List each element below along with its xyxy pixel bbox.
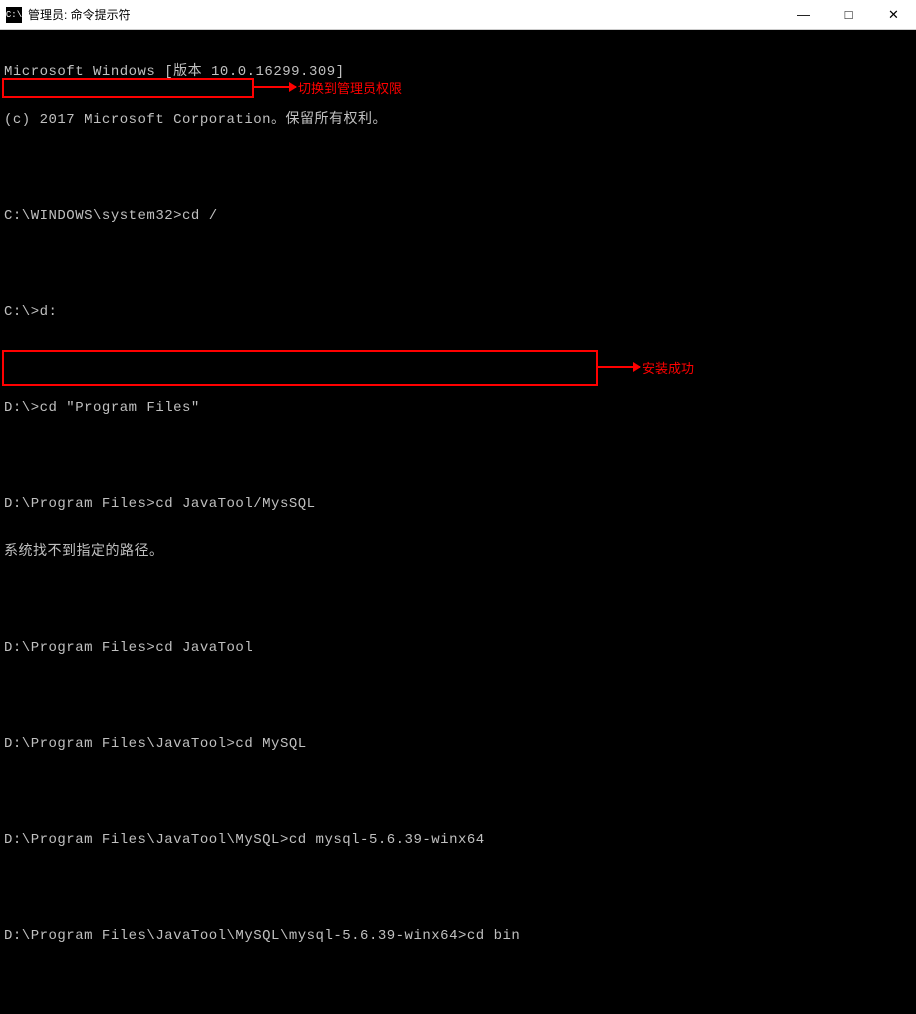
terminal-line — [4, 352, 912, 368]
terminal-line: D:\Program Files\JavaTool\MySQL\mysql-5.… — [4, 928, 912, 944]
terminal-line: Microsoft Windows [版本 10.0.16299.309] — [4, 64, 912, 80]
window-controls: — □ ✕ — [781, 0, 916, 29]
terminal-line: D:\Program Files\JavaTool\MySQL>cd mysql… — [4, 832, 912, 848]
terminal-line — [4, 256, 912, 272]
window-titlebar: C:\ 管理员: 命令提示符 — □ ✕ — [0, 0, 916, 30]
terminal-line: D:\Program Files\JavaTool>cd MySQL — [4, 736, 912, 752]
annotation-arrow-icon — [254, 86, 296, 88]
terminal-line: D:\Program Files>cd JavaTool/MysSQL — [4, 496, 912, 512]
annotation-text: 安装成功 — [642, 358, 694, 377]
terminal-line — [4, 976, 912, 992]
terminal-line — [4, 448, 912, 464]
maximize-button[interactable]: □ — [826, 0, 871, 29]
cmd-icon: C:\ — [6, 7, 22, 23]
annotation-text: 切换到管理员权限 — [298, 78, 402, 97]
terminal-line — [4, 784, 912, 800]
terminal-line — [4, 592, 912, 608]
close-button[interactable]: ✕ — [871, 0, 916, 29]
terminal-line: C:\WINDOWS\system32>cd / — [4, 208, 912, 224]
terminal-line: (c) 2017 Microsoft Corporation。保留所有权利。 — [4, 112, 912, 128]
annotation-arrow-icon — [598, 366, 640, 368]
terminal-line: 系统找不到指定的路径。 — [4, 544, 912, 560]
window-title: 管理员: 命令提示符 — [28, 6, 781, 23]
terminal-line: C:\>d: — [4, 304, 912, 320]
minimize-button[interactable]: — — [781, 0, 826, 29]
terminal-output[interactable]: Microsoft Windows [版本 10.0.16299.309] (c… — [0, 30, 916, 1014]
terminal-line — [4, 880, 912, 896]
terminal-line: D:\Program Files>cd JavaTool — [4, 640, 912, 656]
terminal-line: D:\>cd "Program Files" — [4, 400, 912, 416]
terminal-line — [4, 688, 912, 704]
terminal-line — [4, 160, 912, 176]
